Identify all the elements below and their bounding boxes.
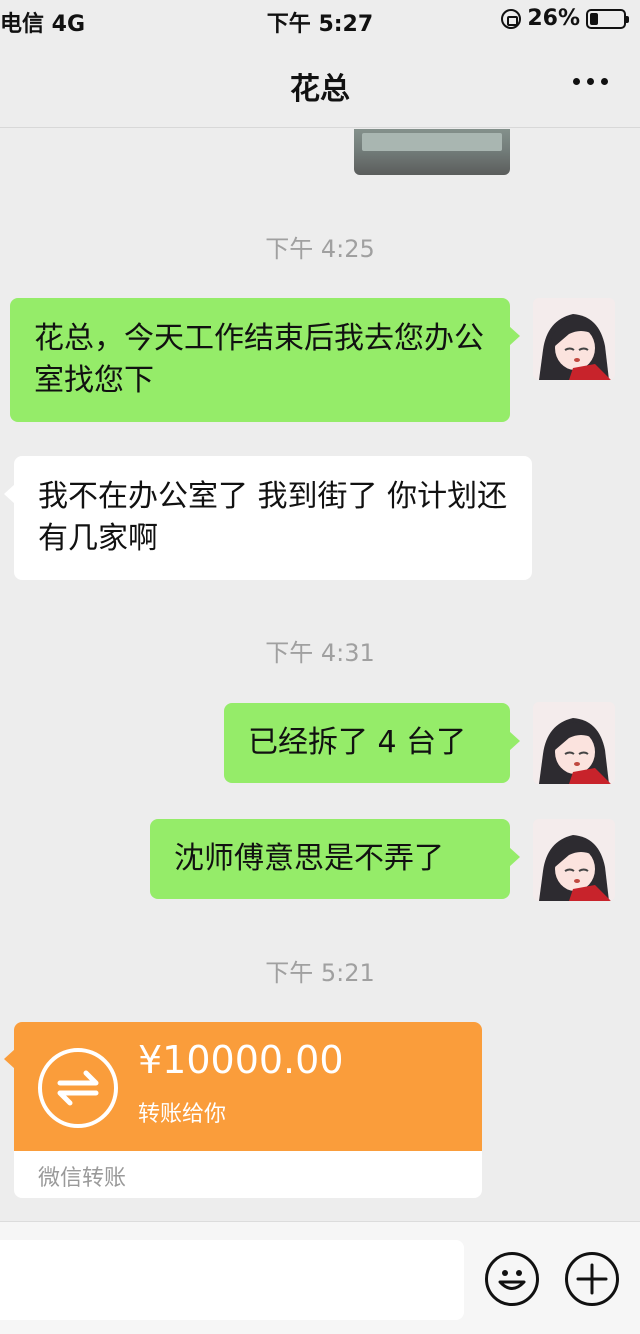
my-avatar[interactable]	[533, 819, 615, 901]
message-bubble-sent[interactable]: 花总，今天工作结束后我去您办公室找您下	[10, 298, 520, 422]
battery-fill	[590, 12, 599, 25]
transfer-card[interactable]: ¥10000.00 转账给你 微信转账	[14, 1022, 482, 1198]
message-bubble-sent[interactable]: 沈师傅意思是不弄了	[150, 819, 520, 899]
avatar-image	[533, 819, 615, 901]
rotation-lock-icon	[501, 8, 522, 29]
timestamp: 下午 4:25	[265, 235, 375, 263]
avatar-image	[533, 298, 615, 380]
transfer-amount: ¥10000.00	[138, 1038, 344, 1082]
input-bar	[0, 1221, 640, 1334]
avatar-image	[533, 702, 615, 784]
my-avatar[interactable]	[533, 298, 615, 380]
transfer-note: 转账给你	[138, 1102, 227, 1127]
chat-title: 花总	[290, 72, 350, 107]
message-input[interactable]	[0, 1240, 464, 1320]
status-right: 26%	[501, 6, 629, 31]
more-dots-icon[interactable]	[573, 78, 608, 85]
battery-percent: 26%	[527, 6, 580, 31]
transfer-arrows-icon	[38, 1048, 118, 1128]
battery-icon	[586, 8, 629, 29]
chat-area[interactable]: 下午 4:25 花总，今天工作结束后我去您办公室找您下 我不在办公室了 我到街了…	[0, 129, 640, 1221]
status-bar: 电信 4G 下午 5:27 26%	[0, 0, 640, 40]
emoji-icon[interactable]	[485, 1252, 539, 1306]
timestamp: 下午 4:31	[265, 639, 375, 667]
message-bubble-sent[interactable]: 已经拆了 4 台了	[224, 703, 520, 783]
transfer-source-label: 微信转账	[38, 1166, 127, 1191]
message-bubble-received[interactable]: 我不在办公室了 我到街了 你计划还有几家啊	[4, 456, 532, 580]
timestamp: 下午 5:21	[265, 959, 375, 987]
nav-bar: 花总	[0, 40, 640, 128]
plus-icon[interactable]	[565, 1252, 619, 1306]
previous-image-message[interactable]	[354, 129, 510, 175]
my-avatar[interactable]	[533, 702, 615, 784]
